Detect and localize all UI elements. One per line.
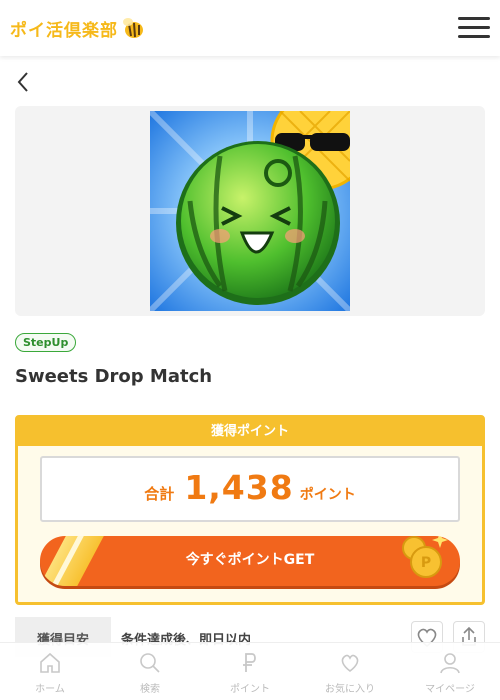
point-icon	[243, 653, 256, 672]
get-points-button[interactable]: 今すぐポイントGET P	[40, 536, 460, 586]
home-icon	[40, 652, 60, 673]
search-icon	[140, 653, 160, 673]
nav-points-label: ポイント	[230, 684, 270, 695]
points-heading: 獲得ポイント	[18, 418, 482, 446]
logo[interactable]: ポイ活倶楽部	[10, 14, 146, 42]
page: ポイ活倶楽部 StepUp Sweets Drop Match 獲得ポイント 合…	[0, 0, 500, 700]
nav-points[interactable]: ポイント	[200, 643, 300, 700]
step-up-badge: StepUp	[15, 333, 77, 352]
bottom-nav: ホーム 検索 ポイント お気に入り マイページ	[0, 642, 500, 700]
coins-icon: P	[402, 536, 448, 578]
chevron-left-icon[interactable]	[14, 70, 34, 94]
game-image	[150, 111, 350, 311]
get-points-label: 今すぐポイントGET	[185, 552, 315, 568]
banner	[15, 106, 485, 316]
nav-search-label: 検索	[140, 684, 160, 695]
total-label: 合計	[144, 485, 175, 503]
points-box: 獲得ポイント 合計 1,438 ポイント 今すぐポイントGET P	[15, 415, 485, 605]
nav-mypage[interactable]: マイページ	[400, 643, 500, 700]
hamburger-icon[interactable]	[458, 13, 490, 43]
nav-home-label: ホーム	[35, 684, 65, 695]
logo-text: ポイ活倶楽部	[10, 20, 118, 41]
bee-icon	[123, 18, 143, 38]
nav-home[interactable]: ホーム	[0, 643, 100, 700]
svg-text:P: P	[421, 555, 431, 571]
nav-favorites-label: お気に入り	[325, 684, 375, 695]
nav-mypage-label: マイページ	[425, 684, 475, 695]
total-value: 1,438	[184, 468, 294, 507]
total-points: 合計 1,438 ポイント	[40, 456, 460, 522]
total-unit: ポイント	[299, 487, 356, 503]
nav-favorites[interactable]: お気に入り	[300, 643, 400, 700]
header: ポイ活倶楽部	[0, 0, 500, 56]
user-icon	[440, 653, 460, 674]
nav-search[interactable]: 検索	[100, 643, 200, 700]
offer-title: Sweets Drop Match	[15, 366, 213, 387]
heart-icon	[341, 654, 359, 673]
